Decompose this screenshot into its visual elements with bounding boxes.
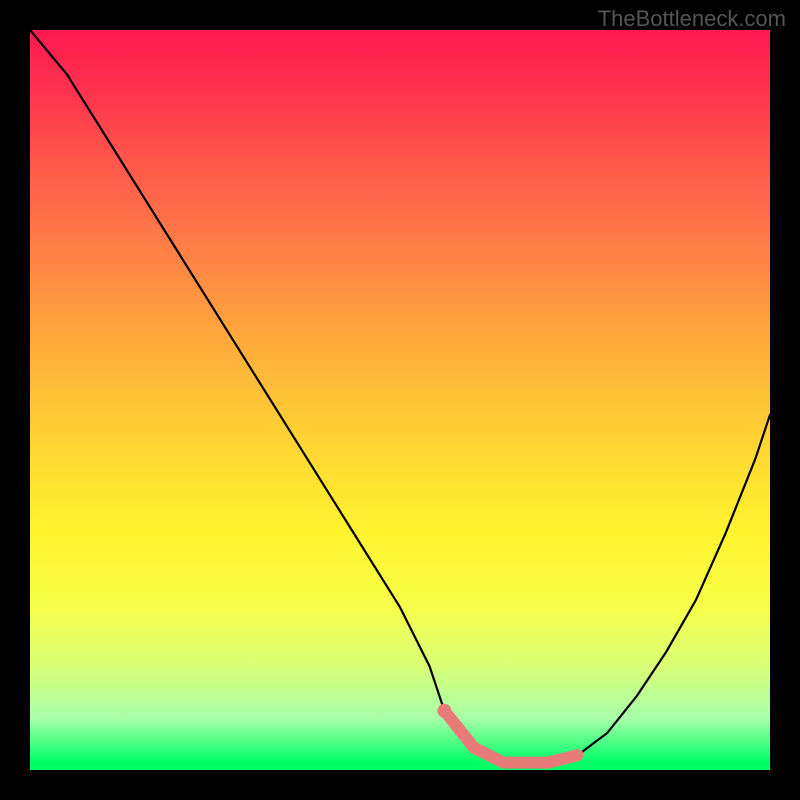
chart-main-curve: [30, 30, 770, 763]
attribution-text: TheBottleneck.com: [598, 6, 786, 32]
chart-highlight-segment: [444, 711, 577, 763]
chart-svg: [30, 30, 770, 770]
chart-plot-area: [30, 30, 770, 770]
chart-highlight-dot: [437, 704, 451, 718]
